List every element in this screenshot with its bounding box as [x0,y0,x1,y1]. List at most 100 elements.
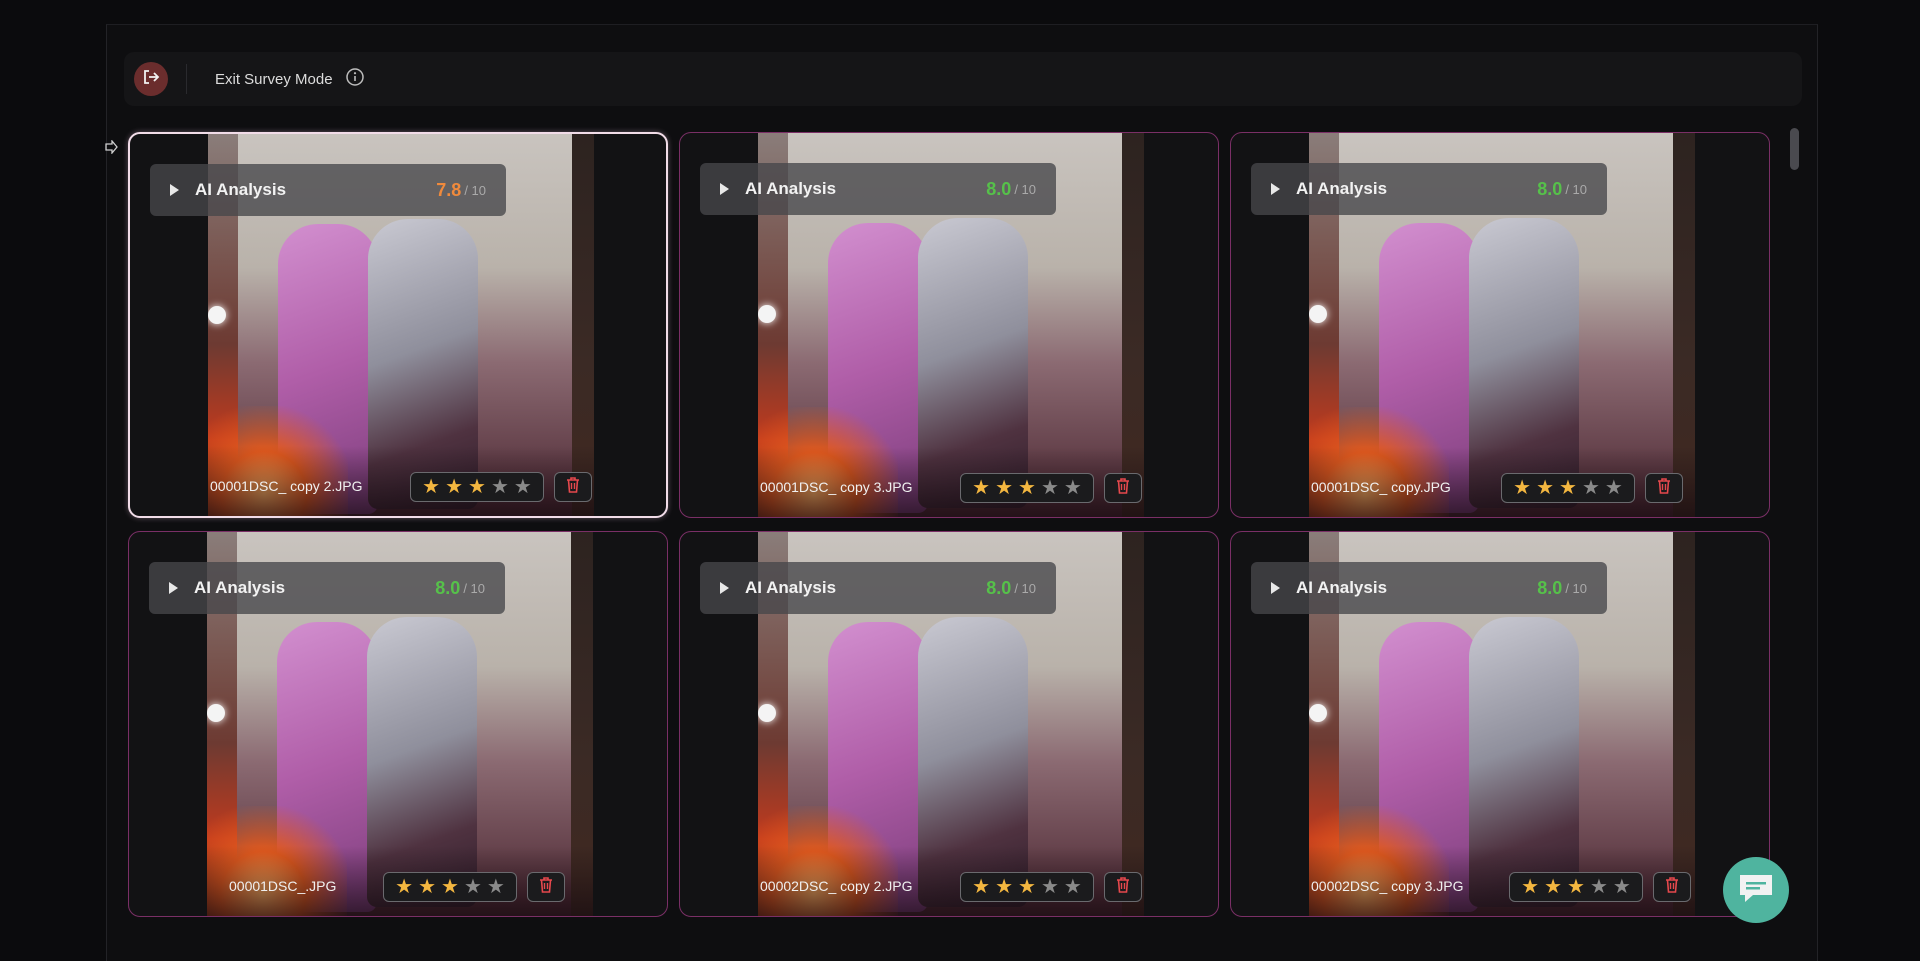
star-icon[interactable]: ★ [445,477,463,497]
info-icon [345,67,365,92]
star-icon[interactable]: ★ [1567,877,1585,897]
photo-card[interactable]: AI Analysis 8.0 / 10 00002DSC_ copy 2.JP… [679,531,1219,917]
ai-score-denominator: / 10 [463,580,485,596]
trash-icon [1115,876,1131,899]
ai-score: 8.0 [435,577,461,598]
info-button[interactable] [345,67,365,92]
exit-survey-button[interactable] [134,62,168,96]
star-icon[interactable]: ★ [514,477,532,497]
photo-marker[interactable] [1309,704,1327,722]
ai-score-denominator: / 10 [1565,580,1587,596]
exit-survey-label[interactable]: Exit Survey Mode [215,71,333,88]
trash-icon [1664,876,1680,899]
star-icon[interactable]: ★ [1041,478,1059,498]
ai-score-denominator: / 10 [1565,181,1587,197]
photo-card[interactable]: AI Analysis 8.0 / 10 00001DSC_.JPG ★ ★ ★ ★ ★ [128,531,668,917]
play-icon [1271,183,1280,195]
chat-button[interactable] [1723,857,1789,923]
ai-analysis-label: AI Analysis [745,179,837,198]
ai-score: 8.0 [986,178,1012,199]
star-icon[interactable]: ★ [1605,478,1623,498]
photo-filename: 00001DSC_.JPG [229,878,337,894]
photo-marker[interactable] [208,306,226,324]
photo-filename: 00002DSC_ copy 2.JPG [760,878,913,894]
ai-analysis-toggle[interactable]: AI Analysis 8.0 / 10 [700,562,1056,614]
ai-score-denominator: / 10 [1014,181,1036,197]
grid-scrollbar[interactable] [1790,128,1799,170]
play-icon [169,582,178,594]
photo-card[interactable]: AI Analysis 8.0 / 10 00001DSC_ copy.JPG … [1230,132,1770,518]
star-rating[interactable]: ★ ★ ★ ★ ★ [960,473,1094,503]
star-icon[interactable]: ★ [1613,877,1631,897]
photo-filename: 00001DSC_ copy 2.JPG [210,478,363,494]
star-icon[interactable]: ★ [995,478,1013,498]
delete-button[interactable] [527,872,565,902]
star-icon[interactable]: ★ [1559,478,1577,498]
star-icon[interactable]: ★ [487,877,505,897]
play-icon [720,183,729,195]
star-icon[interactable]: ★ [422,477,440,497]
delete-button[interactable] [1653,872,1691,902]
star-icon[interactable]: ★ [395,877,413,897]
star-rating[interactable]: ★ ★ ★ ★ ★ [960,872,1094,902]
trash-icon [538,876,554,899]
photo-card[interactable]: AI Analysis 8.0 / 10 00001DSC_ copy 3.JP… [679,132,1219,518]
ai-analysis-toggle[interactable]: AI Analysis 7.8 / 10 [150,164,506,216]
delete-button[interactable] [554,472,592,502]
star-icon[interactable]: ★ [464,877,482,897]
star-rating[interactable]: ★ ★ ★ ★ ★ [383,872,517,902]
ai-analysis-label: AI Analysis [1296,578,1388,597]
ai-analysis-label: AI Analysis [194,578,286,597]
ai-score: 8.0 [1537,577,1563,598]
play-icon [1271,582,1280,594]
star-icon[interactable]: ★ [1590,877,1608,897]
ai-analysis-toggle[interactable]: AI Analysis 8.0 / 10 [149,562,505,614]
star-icon[interactable]: ★ [972,478,990,498]
star-icon[interactable]: ★ [1018,877,1036,897]
ai-analysis-toggle[interactable]: AI Analysis 8.0 / 10 [1251,562,1607,614]
star-rating[interactable]: ★ ★ ★ ★ ★ [1509,872,1643,902]
star-icon[interactable]: ★ [1513,478,1531,498]
ai-analysis-label: AI Analysis [745,578,837,597]
play-icon [720,582,729,594]
star-icon[interactable]: ★ [441,877,459,897]
star-icon[interactable]: ★ [491,477,509,497]
star-icon[interactable]: ★ [1064,877,1082,897]
exit-icon [142,68,160,91]
photo-marker[interactable] [207,704,225,722]
toolbar-divider [186,64,187,94]
ai-analysis-toggle[interactable]: AI Analysis 8.0 / 10 [700,163,1056,215]
star-icon[interactable]: ★ [1536,478,1554,498]
delete-button[interactable] [1104,872,1142,902]
trash-icon [1115,477,1131,500]
star-rating[interactable]: ★ ★ ★ ★ ★ [410,472,544,502]
ai-score-denominator: / 10 [464,182,486,198]
photo-marker[interactable] [758,704,776,722]
star-icon[interactable]: ★ [1064,478,1082,498]
star-icon[interactable]: ★ [1544,877,1562,897]
star-icon[interactable]: ★ [1041,877,1059,897]
photo-filename: 00001DSC_ copy 3.JPG [760,479,913,495]
star-icon[interactable]: ★ [972,877,990,897]
photo-marker[interactable] [758,305,776,323]
chat-icon [1737,871,1775,910]
star-icon[interactable]: ★ [1018,478,1036,498]
photo-card[interactable]: AI Analysis 8.0 / 10 00002DSC_ copy 3.JP… [1230,531,1770,917]
star-icon[interactable]: ★ [468,477,486,497]
ai-analysis-toggle[interactable]: AI Analysis 8.0 / 10 [1251,163,1607,215]
star-icon[interactable]: ★ [418,877,436,897]
star-rating[interactable]: ★ ★ ★ ★ ★ [1501,473,1635,503]
delete-button[interactable] [1645,473,1683,503]
star-icon[interactable]: ★ [1582,478,1600,498]
photo-card[interactable]: AI Analysis 7.8 / 10 00001DSC_ copy 2.JP… [128,132,668,518]
survey-toolbar: Exit Survey Mode [124,52,1802,106]
play-icon [170,184,179,196]
photo-filename: 00002DSC_ copy 3.JPG [1311,878,1464,894]
photo-filename: 00001DSC_ copy.JPG [1311,479,1451,495]
ai-score: 8.0 [986,577,1012,598]
photo-marker[interactable] [1309,305,1327,323]
star-icon[interactable]: ★ [995,877,1013,897]
delete-button[interactable] [1104,473,1142,503]
trash-icon [1656,477,1672,500]
star-icon[interactable]: ★ [1521,877,1539,897]
